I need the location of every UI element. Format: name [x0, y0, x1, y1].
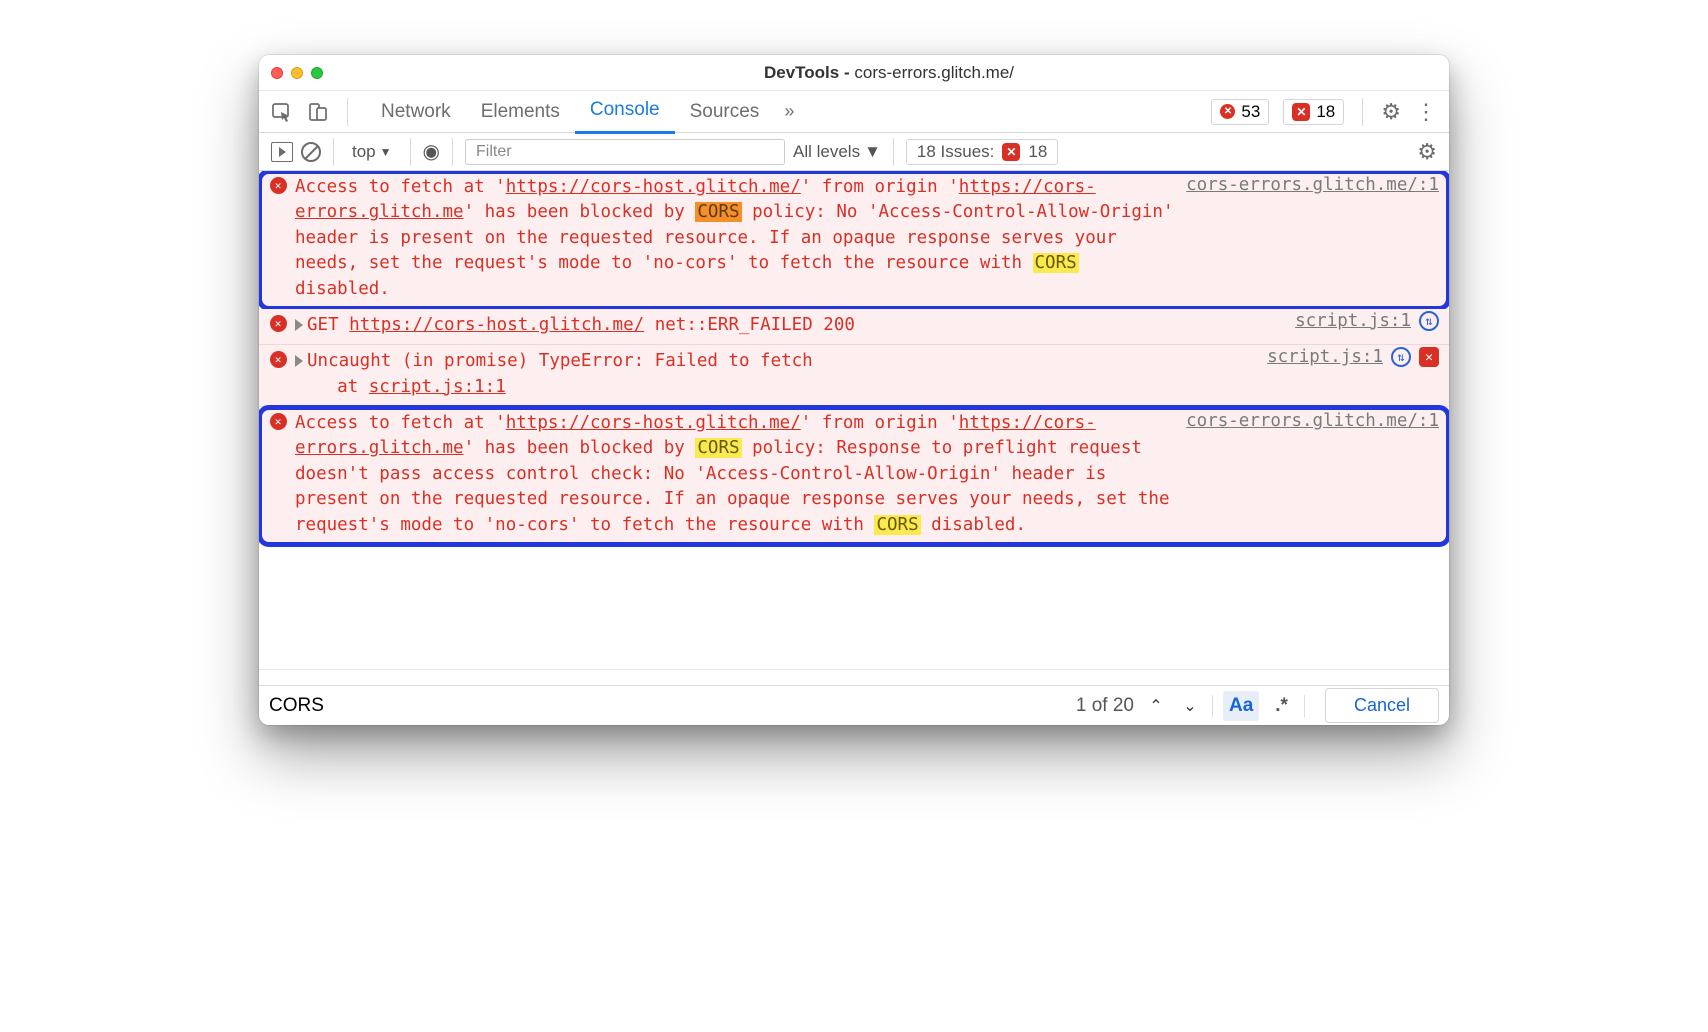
search-next-button[interactable]: ⌄	[1178, 696, 1202, 716]
console-settings-gear-icon[interactable]: ⚙	[1417, 139, 1437, 165]
search-match: CORS	[874, 515, 920, 535]
url-link[interactable]: https://cors-host.glitch.me/	[349, 315, 644, 335]
regex-toggle[interactable]: .*	[1269, 691, 1294, 721]
device-toolbar-icon[interactable]	[307, 101, 329, 123]
titlebar: DevTools - cors-errors.glitch.me/	[259, 55, 1449, 91]
error-circle-icon: ✕	[270, 351, 287, 368]
replay-xhr-icon[interactable]: ⇅	[1391, 347, 1411, 367]
issue-count: 18	[1316, 102, 1335, 122]
clear-console-icon[interactable]	[301, 142, 321, 162]
console-error-row[interactable]: ✕ GET https://cors-host.glitch.me/ net::…	[259, 309, 1449, 345]
disclosure-triangle-icon[interactable]	[295, 319, 303, 331]
search-result-count: 1 of 20	[1076, 695, 1134, 717]
search-current-match: CORS	[695, 202, 741, 222]
search-match: CORS	[1033, 253, 1079, 273]
settings-gear-icon[interactable]: ⚙	[1381, 99, 1401, 125]
console-error-row[interactable]: ✕ Access to fetch at 'https://cors-host.…	[259, 407, 1449, 545]
search-match: CORS	[695, 438, 741, 458]
window-minimize-icon[interactable]	[291, 67, 303, 79]
log-level-selector[interactable]: All levels ▼	[793, 142, 881, 162]
issues-button[interactable]: 18 Issues: ✕ 18	[906, 139, 1058, 165]
disclosure-triangle-icon[interactable]	[295, 355, 303, 367]
error-count-badge[interactable]: ✕ 53	[1211, 99, 1269, 125]
url-link[interactable]: https://cors-host.glitch.me/	[506, 413, 801, 433]
context-selector[interactable]: top ▼	[346, 142, 398, 162]
match-case-toggle[interactable]: Aa	[1223, 691, 1259, 721]
console-output: ✕ Access to fetch at 'https://cors-host.…	[259, 171, 1449, 669]
source-link[interactable]: cors-errors.glitch.me/:1	[1186, 175, 1439, 195]
levels-label: All levels	[793, 142, 860, 162]
window-title: DevTools - cors-errors.glitch.me/	[341, 63, 1437, 83]
replay-xhr-icon[interactable]: ⇅	[1419, 311, 1439, 331]
console-error-row[interactable]: ✕ Uncaught (in promise) TypeError: Faile…	[259, 345, 1449, 407]
show-console-drawer-icon[interactable]	[271, 142, 293, 162]
error-circle-icon: ✕	[270, 315, 287, 332]
error-count: 53	[1241, 102, 1260, 122]
traffic-lights	[271, 67, 323, 79]
more-menu-icon[interactable]: ⋮	[1415, 99, 1437, 125]
tab-elements[interactable]: Elements	[466, 91, 575, 133]
window-close-icon[interactable]	[271, 67, 283, 79]
tab-network[interactable]: Network	[366, 91, 466, 133]
error-circle-icon: ✕	[1220, 104, 1235, 119]
tab-console[interactable]: Console	[575, 89, 675, 134]
search-cancel-button[interactable]: Cancel	[1325, 688, 1439, 723]
console-toolbar: top ▼ ◉ Filter All levels ▼ 18 Issues: ✕…	[259, 133, 1449, 171]
title-prefix: DevTools -	[764, 63, 854, 82]
error-message: GET https://cors-host.glitch.me/ net::ER…	[295, 313, 1441, 338]
error-circle-icon: ✕	[270, 177, 287, 194]
title-url: cors-errors.glitch.me/	[854, 63, 1014, 82]
source-link[interactable]: script.js:1	[1267, 347, 1383, 367]
search-prev-button[interactable]: ⌃	[1144, 696, 1168, 716]
more-tabs-icon[interactable]: »	[774, 101, 804, 122]
issue-count-badge[interactable]: ✕ 18	[1283, 99, 1344, 125]
issue-square-icon: ✕	[1292, 103, 1310, 121]
source-link[interactable]: script.js:1	[1295, 311, 1411, 331]
error-circle-icon: ✕	[270, 413, 287, 430]
issue-square-icon: ✕	[1002, 143, 1020, 161]
url-link[interactable]: https://cors-host.glitch.me/	[506, 177, 801, 197]
inspect-element-icon[interactable]	[271, 101, 293, 123]
issue-indicator-icon[interactable]: ✕	[1419, 347, 1439, 367]
context-label: top	[352, 142, 376, 162]
search-bar: 1 of 20 ⌃ ⌄ Aa .* Cancel	[259, 685, 1449, 725]
live-expression-icon[interactable]: ◉	[423, 139, 440, 164]
console-spacer	[259, 669, 1449, 685]
issues-count: 18	[1028, 142, 1047, 162]
console-error-row[interactable]: ✕ Access to fetch at 'https://cors-host.…	[259, 171, 1449, 309]
issues-text: 18 Issues:	[917, 142, 995, 162]
window-maximize-icon[interactable]	[311, 67, 323, 79]
main-toolbar: Network Elements Console Sources » ✕ 53 …	[259, 91, 1449, 133]
filter-input[interactable]: Filter	[465, 139, 785, 165]
source-link[interactable]: cors-errors.glitch.me/:1	[1186, 411, 1439, 431]
stack-link[interactable]: script.js:1:1	[369, 377, 506, 397]
tab-sources[interactable]: Sources	[675, 91, 775, 133]
devtools-window: DevTools - cors-errors.glitch.me/ Networ…	[259, 55, 1449, 725]
search-input[interactable]	[269, 691, 899, 721]
chevron-down-icon: ▼	[380, 145, 392, 159]
chevron-down-icon: ▼	[864, 142, 881, 162]
